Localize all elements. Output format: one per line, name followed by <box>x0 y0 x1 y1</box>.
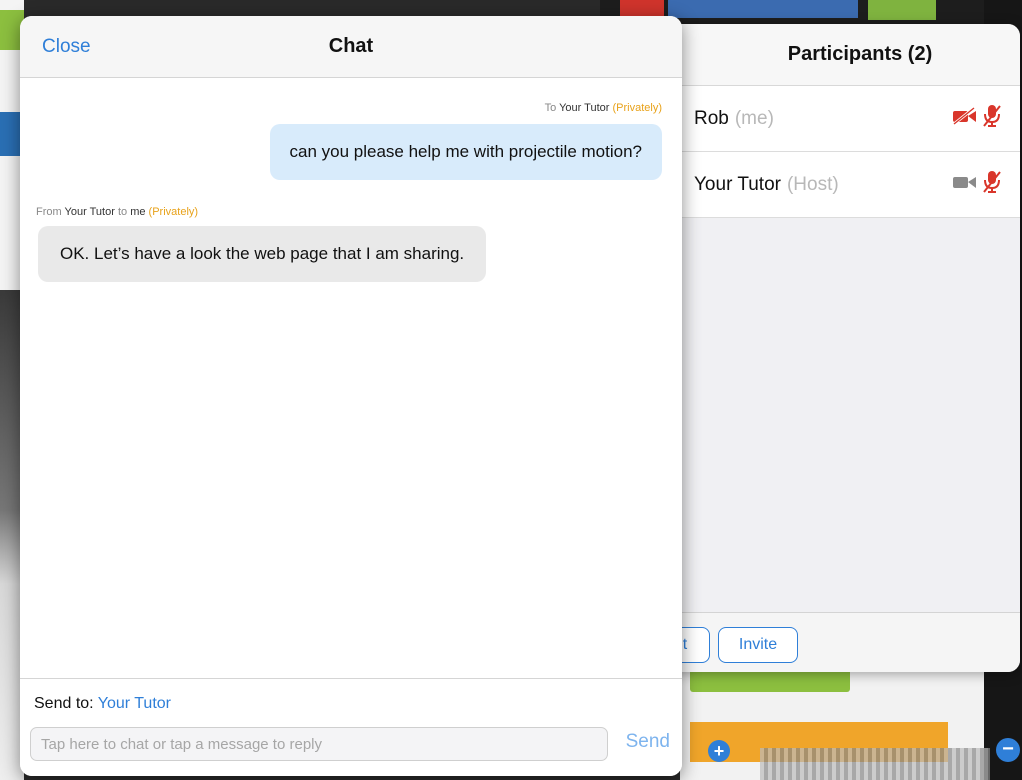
mic-muted-icon[interactable] <box>982 170 1002 199</box>
participant-name: Your Tutor <box>694 173 781 195</box>
background-toolbar-green-button <box>868 0 936 20</box>
meta-recipient: me <box>130 206 146 218</box>
zoom-in-icon[interactable]: + <box>708 740 730 762</box>
background-dotted-strip <box>760 748 990 780</box>
message-meta-incoming: From Your Tutor to me (Privately) <box>36 206 198 218</box>
meta-to: to <box>117 206 128 218</box>
background-toolbar-social-buttons <box>668 0 858 18</box>
private-tag: (Privately) <box>148 206 199 218</box>
meta-prefix: From <box>36 206 62 218</box>
participants-title: Participants (2) <box>787 43 933 65</box>
participants-footer: t Invite <box>640 612 1020 672</box>
mic-muted-icon[interactable] <box>982 104 1002 133</box>
message-list[interactable]: To Your Tutor (Privately) can you please… <box>20 78 682 678</box>
chat-title: Chat <box>328 35 374 57</box>
video-off-icon[interactable] <box>952 106 978 130</box>
send-to-recipient[interactable]: Your Tutor <box>98 695 171 712</box>
chat-input[interactable] <box>30 727 608 761</box>
participant-role: (me) <box>734 107 774 129</box>
participant-row[interactable]: Your Tutor (Host) <box>640 152 1020 218</box>
participant-name: Rob <box>694 107 729 129</box>
outgoing-message-bubble[interactable]: can you please help me with projectile m… <box>269 124 662 180</box>
participant-role: (Host) <box>786 173 839 195</box>
send-button[interactable]: Send <box>626 731 670 753</box>
meta-sender: Your Tutor <box>64 206 115 218</box>
meta-recipient: Your Tutor <box>559 102 610 114</box>
meta-prefix: To <box>544 102 557 114</box>
zoom-out-icon[interactable]: − <box>996 738 1020 762</box>
chat-dialog: Close Chat To Your Tutor (Privately) can… <box>20 16 682 776</box>
chat-composer: Send to: Your Tutor Send <box>20 678 682 776</box>
message-meta-outgoing: To Your Tutor (Privately) <box>545 102 662 114</box>
private-tag: (Privately) <box>612 102 662 114</box>
incoming-message-bubble[interactable]: OK. Let’s have a look the web page that … <box>38 226 487 282</box>
participants-header: Participants (2) <box>640 24 1020 86</box>
send-to-row[interactable]: Send to: Your Tutor <box>34 695 171 713</box>
participants-panel: Participants (2) Rob (me) Your Tutor (Ho… <box>640 24 1020 672</box>
participant-row[interactable]: Rob (me) <box>640 86 1020 152</box>
send-to-label: Send to: <box>34 695 94 712</box>
chat-header: Close Chat <box>20 16 682 78</box>
invite-button[interactable]: Invite <box>718 627 798 663</box>
video-on-icon[interactable] <box>952 173 978 196</box>
